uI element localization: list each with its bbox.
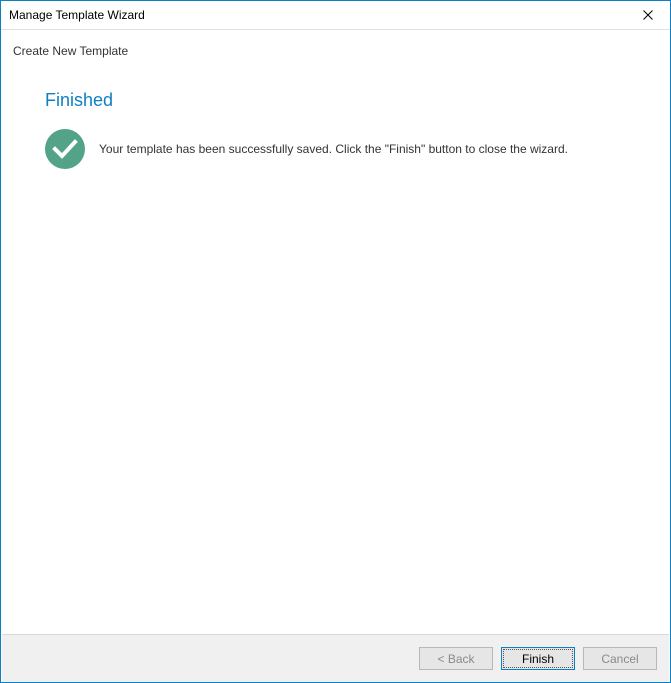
window-title: Manage Template Wizard — [9, 8, 145, 22]
wizard-content: Finished Your template has been successf… — [1, 58, 670, 169]
success-badge — [45, 129, 85, 169]
success-message: Your template has been successfully save… — [99, 142, 568, 156]
close-button[interactable] — [625, 1, 670, 30]
checkmark-icon — [52, 138, 78, 160]
message-row: Your template has been successfully save… — [45, 129, 662, 169]
page-heading: Finished — [45, 90, 662, 111]
titlebar: Manage Template Wizard — [1, 1, 670, 30]
wizard-footer: < Back Finish Cancel — [2, 634, 669, 682]
close-icon — [643, 10, 653, 20]
back-button[interactable]: < Back — [419, 647, 493, 670]
finish-button[interactable]: Finish — [501, 647, 575, 670]
wizard-subheader: Create New Template — [1, 30, 670, 58]
cancel-button[interactable]: Cancel — [583, 647, 657, 670]
